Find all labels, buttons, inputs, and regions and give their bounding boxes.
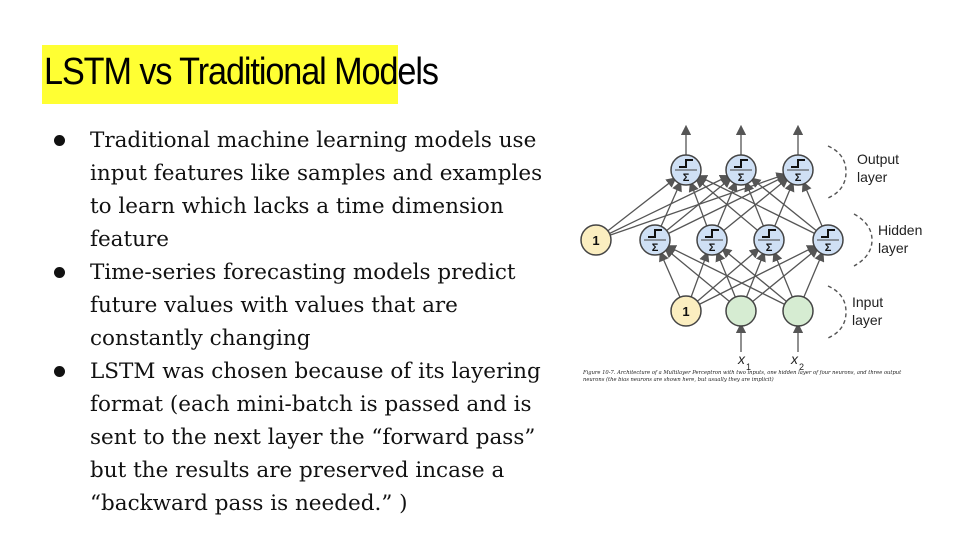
- sum-symbol: Σ: [825, 242, 832, 254]
- bias-label: 1: [592, 233, 599, 248]
- bullet-list: Traditional machine learning models use …: [48, 124, 548, 520]
- bullet-dot: [54, 366, 65, 377]
- input-x1-label: x: [737, 351, 746, 367]
- sum-symbol: Σ: [738, 172, 745, 184]
- sum-symbol: Σ: [683, 172, 690, 184]
- hidden-bias-neuron: 1: [580, 224, 612, 256]
- bullet-dot: [54, 135, 65, 146]
- bullet-text: Time-series forecasting models predict f…: [90, 260, 516, 351]
- input-layer-brace: [827, 285, 847, 339]
- slide-title: LSTM vs Traditional Models: [44, 51, 439, 93]
- hidden-neuron: Σ: [639, 224, 671, 256]
- hidden-layer-label-2: layer: [878, 240, 909, 256]
- sum-symbol: Σ: [709, 242, 716, 254]
- hidden-neuron: Σ: [812, 224, 844, 256]
- output-layer-label-2: layer: [857, 169, 888, 185]
- output-neuron: Σ: [782, 154, 814, 186]
- sum-symbol: Σ: [795, 172, 802, 184]
- output-layer-brace: [827, 145, 847, 199]
- output-layer-label-1: Output: [857, 151, 899, 167]
- bullet-item: Traditional machine learning models use …: [48, 124, 548, 256]
- output-neuron: Σ: [670, 154, 702, 186]
- hidden-layer-label-1: Hidden: [878, 222, 922, 238]
- input-neuron: [725, 295, 757, 327]
- mlp-diagram-svg: Σ Σ Σ Σ Σ Σ Σ 1 1 Output layer Hidden layer Inpu…: [580, 124, 922, 372]
- hidden-neuron: Σ: [696, 224, 728, 256]
- input-layer-label-2: layer: [852, 312, 883, 328]
- input-neuron: [782, 295, 814, 327]
- output-neuron: Σ: [725, 154, 757, 186]
- title-highlight: LSTM vs Traditional Models: [42, 45, 439, 104]
- bullet-text: Traditional machine learning models use …: [90, 128, 543, 252]
- hidden-layer-brace: [853, 213, 873, 267]
- mlp-diagram: Σ Σ Σ Σ Σ Σ Σ 1 1 Output layer Hidden layer Inpu…: [578, 124, 938, 394]
- neurons: Σ Σ Σ Σ Σ Σ Σ 1 1: [580, 154, 844, 327]
- sum-symbol: Σ: [652, 242, 659, 254]
- bullet-item: Time-series forecasting models predict f…: [48, 256, 548, 355]
- bullet-dot: [54, 267, 65, 278]
- bias-label: 1: [682, 304, 689, 319]
- input-x2-label: x: [790, 351, 799, 367]
- input-bias-neuron: 1: [670, 295, 702, 327]
- bullet-item: LSTM was chosen because of its layering …: [48, 355, 548, 520]
- figure-caption: Figure 10-7. Architecture of a Multilaye…: [583, 370, 902, 383]
- input-layer-label-1: Input: [852, 294, 883, 310]
- bullet-text: LSTM was chosen because of its layering …: [90, 359, 541, 516]
- sum-symbol: Σ: [766, 242, 773, 254]
- hidden-neuron: Σ: [753, 224, 785, 256]
